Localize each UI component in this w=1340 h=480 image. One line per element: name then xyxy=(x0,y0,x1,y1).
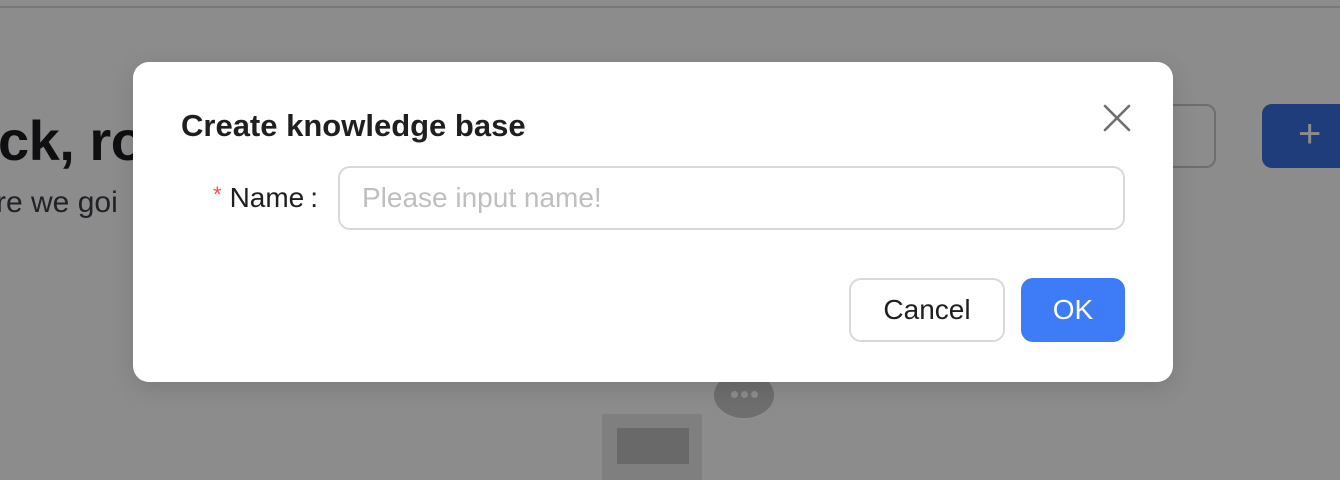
required-marker: * xyxy=(213,182,222,207)
name-input[interactable] xyxy=(338,166,1125,230)
cancel-button[interactable]: Cancel xyxy=(849,278,1005,342)
dialog-title: Create knowledge base xyxy=(181,108,526,143)
label-colon: : xyxy=(310,182,319,213)
close-button[interactable] xyxy=(1097,98,1137,138)
close-icon xyxy=(1103,104,1131,132)
name-label: * Name : xyxy=(213,180,318,216)
name-form-item: * Name : xyxy=(133,166,1173,230)
name-label-text: Name xyxy=(229,182,305,213)
ok-button[interactable]: OK xyxy=(1021,278,1125,342)
create-knowledge-base-dialog: Create knowledge base * Name : Cancel OK xyxy=(133,62,1173,382)
